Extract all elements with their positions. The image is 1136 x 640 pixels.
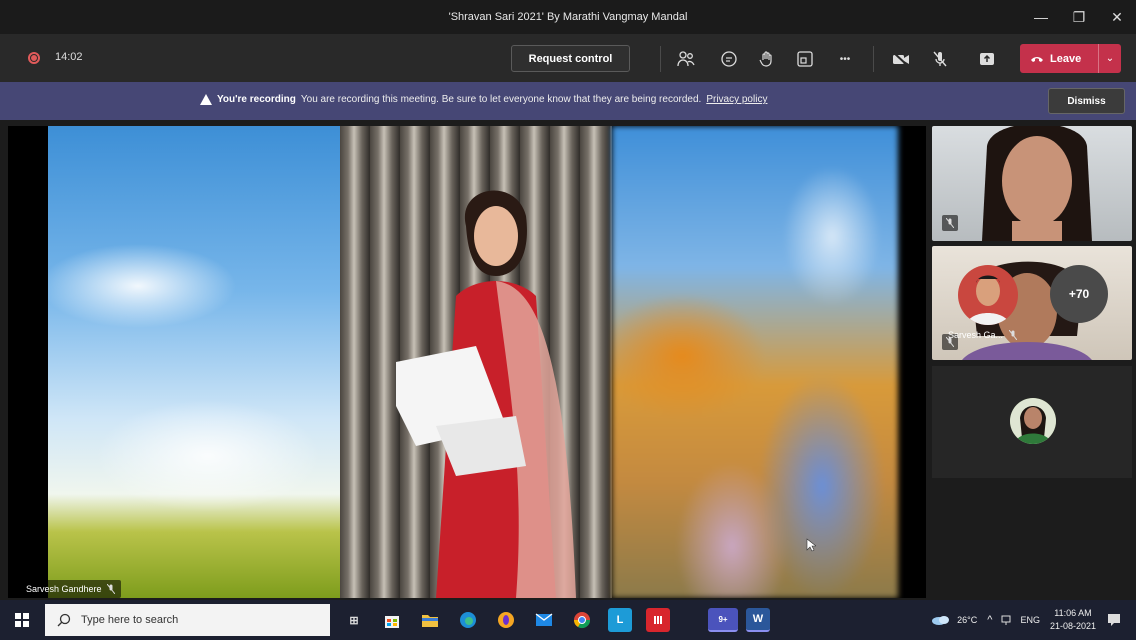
meeting-stage: Sarvesh Gandhere	[0, 120, 1136, 600]
leave-options-chevron-icon[interactable]: ⌄	[1098, 44, 1121, 73]
teams-notification-badge: 9+	[718, 614, 728, 624]
breakout-rooms-icon[interactable]	[792, 46, 818, 72]
leave-button[interactable]: Leave ⌄	[1020, 44, 1121, 73]
notifications-icon[interactable]	[1106, 612, 1122, 628]
window-controls: — ❐ ✕	[1022, 0, 1136, 34]
search-placeholder: Type here to search	[81, 614, 179, 626]
phone-hangup-icon	[1031, 56, 1043, 62]
l-app-icon[interactable]: L	[608, 608, 632, 632]
meeting-toolbar: 14:02 Request control ••• Leave ⌄	[0, 34, 1136, 82]
clock-date: 21-08-2021	[1049, 621, 1096, 631]
word-icon[interactable]: W	[746, 608, 770, 632]
more-participants-badge[interactable]: +70	[1050, 265, 1108, 323]
dismiss-button[interactable]: Dismiss	[1048, 88, 1125, 114]
chrome-browser-icon[interactable]	[570, 608, 594, 632]
maximize-button[interactable]: ❐	[1060, 0, 1098, 34]
share-content-icon[interactable]	[974, 46, 1000, 72]
teams-meeting-window: 'Shravan Sari 2021' By Marathi Vangmay M…	[0, 0, 1136, 640]
participant-video-tile[interactable]	[932, 126, 1132, 241]
leave-label: Leave	[1050, 52, 1082, 65]
presenter-figure	[396, 190, 576, 598]
raise-hand-icon[interactable]	[754, 46, 780, 72]
mic-off-icon	[1009, 330, 1018, 340]
weather-temperature[interactable]: 26°C	[957, 615, 977, 625]
minimize-button[interactable]: —	[1022, 0, 1060, 34]
participant-name-row: Sarvesh Ga...	[948, 330, 1018, 340]
title-bar: 'Shravan Sari 2021' By Marathi Vangmay M…	[0, 0, 1136, 34]
participant-face	[982, 126, 1092, 241]
toolbar-divider	[873, 46, 874, 72]
mail-icon[interactable]	[532, 608, 556, 632]
participant-name: Sarvesh Ga...	[948, 330, 1004, 340]
mic-off-icon[interactable]	[927, 46, 953, 72]
close-button[interactable]: ✕	[1098, 0, 1136, 34]
participants-icon[interactable]	[673, 46, 699, 72]
camera-off-icon[interactable]	[888, 46, 914, 72]
chevron-up-icon[interactable]: ^	[987, 614, 992, 626]
recording-title: You're recording	[217, 94, 296, 105]
office-app-icon[interactable]	[646, 608, 670, 632]
participant-avatar[interactable]	[958, 265, 1018, 325]
more-actions-icon[interactable]: •••	[832, 46, 858, 72]
window-title: 'Shravan Sari 2021' By Marathi Vangmay M…	[448, 11, 688, 23]
search-icon	[57, 613, 71, 627]
network-icon[interactable]	[1000, 614, 1012, 626]
self-avatar[interactable]	[1010, 398, 1056, 444]
main-video-feed[interactable]: Sarvesh Gandhere	[8, 126, 926, 598]
weather-cloud-icon	[932, 616, 950, 625]
request-control-button[interactable]: Request control	[511, 45, 630, 72]
taskbar-clock[interactable]: 11:06 AM 21-08-2021	[1050, 607, 1096, 633]
edge-browser-icon[interactable]	[456, 608, 480, 632]
recording-notice: You're recording You are recording this …	[200, 94, 767, 105]
warning-icon	[200, 94, 212, 105]
speaker-name: Sarvesh Gandhere	[26, 584, 102, 594]
video-background-right	[612, 126, 898, 598]
mic-off-icon	[106, 584, 115, 594]
recording-banner: You're recording You are recording this …	[0, 82, 1136, 120]
file-explorer-icon[interactable]	[418, 608, 442, 632]
taskbar-search-box[interactable]: Type here to search	[45, 604, 330, 636]
meeting-timer: 14:02	[55, 51, 83, 63]
windows-taskbar: Type here to search ⊞ L 9+ W 26°C ^ ENG …	[0, 600, 1136, 640]
leave-main[interactable]: Leave	[1020, 44, 1098, 73]
recording-message: You are recording this meeting. Be sure …	[300, 94, 702, 105]
mouse-cursor-icon	[806, 538, 816, 552]
system-tray: 26°C ^ ENG 11:06 AM 21-08-2021	[931, 600, 1136, 640]
speaker-name-tag: Sarvesh Gandhere	[20, 580, 121, 598]
teams-icon[interactable]: 9+	[708, 608, 738, 632]
chat-icon[interactable]	[716, 46, 742, 72]
mic-off-icon	[942, 215, 958, 231]
video-background-left	[48, 126, 340, 598]
start-button-windows-icon[interactable]	[10, 608, 34, 632]
task-view-icon[interactable]: ⊞	[342, 608, 366, 632]
opera-browser-icon[interactable]	[494, 608, 518, 632]
clock-time: 11:06 AM	[1054, 608, 1092, 618]
recording-indicator-icon	[28, 52, 40, 64]
input-language[interactable]: ENG	[1020, 615, 1040, 625]
store-icon[interactable]	[380, 608, 404, 632]
privacy-policy-link[interactable]: Privacy policy	[706, 94, 767, 105]
toolbar-divider	[660, 46, 661, 72]
